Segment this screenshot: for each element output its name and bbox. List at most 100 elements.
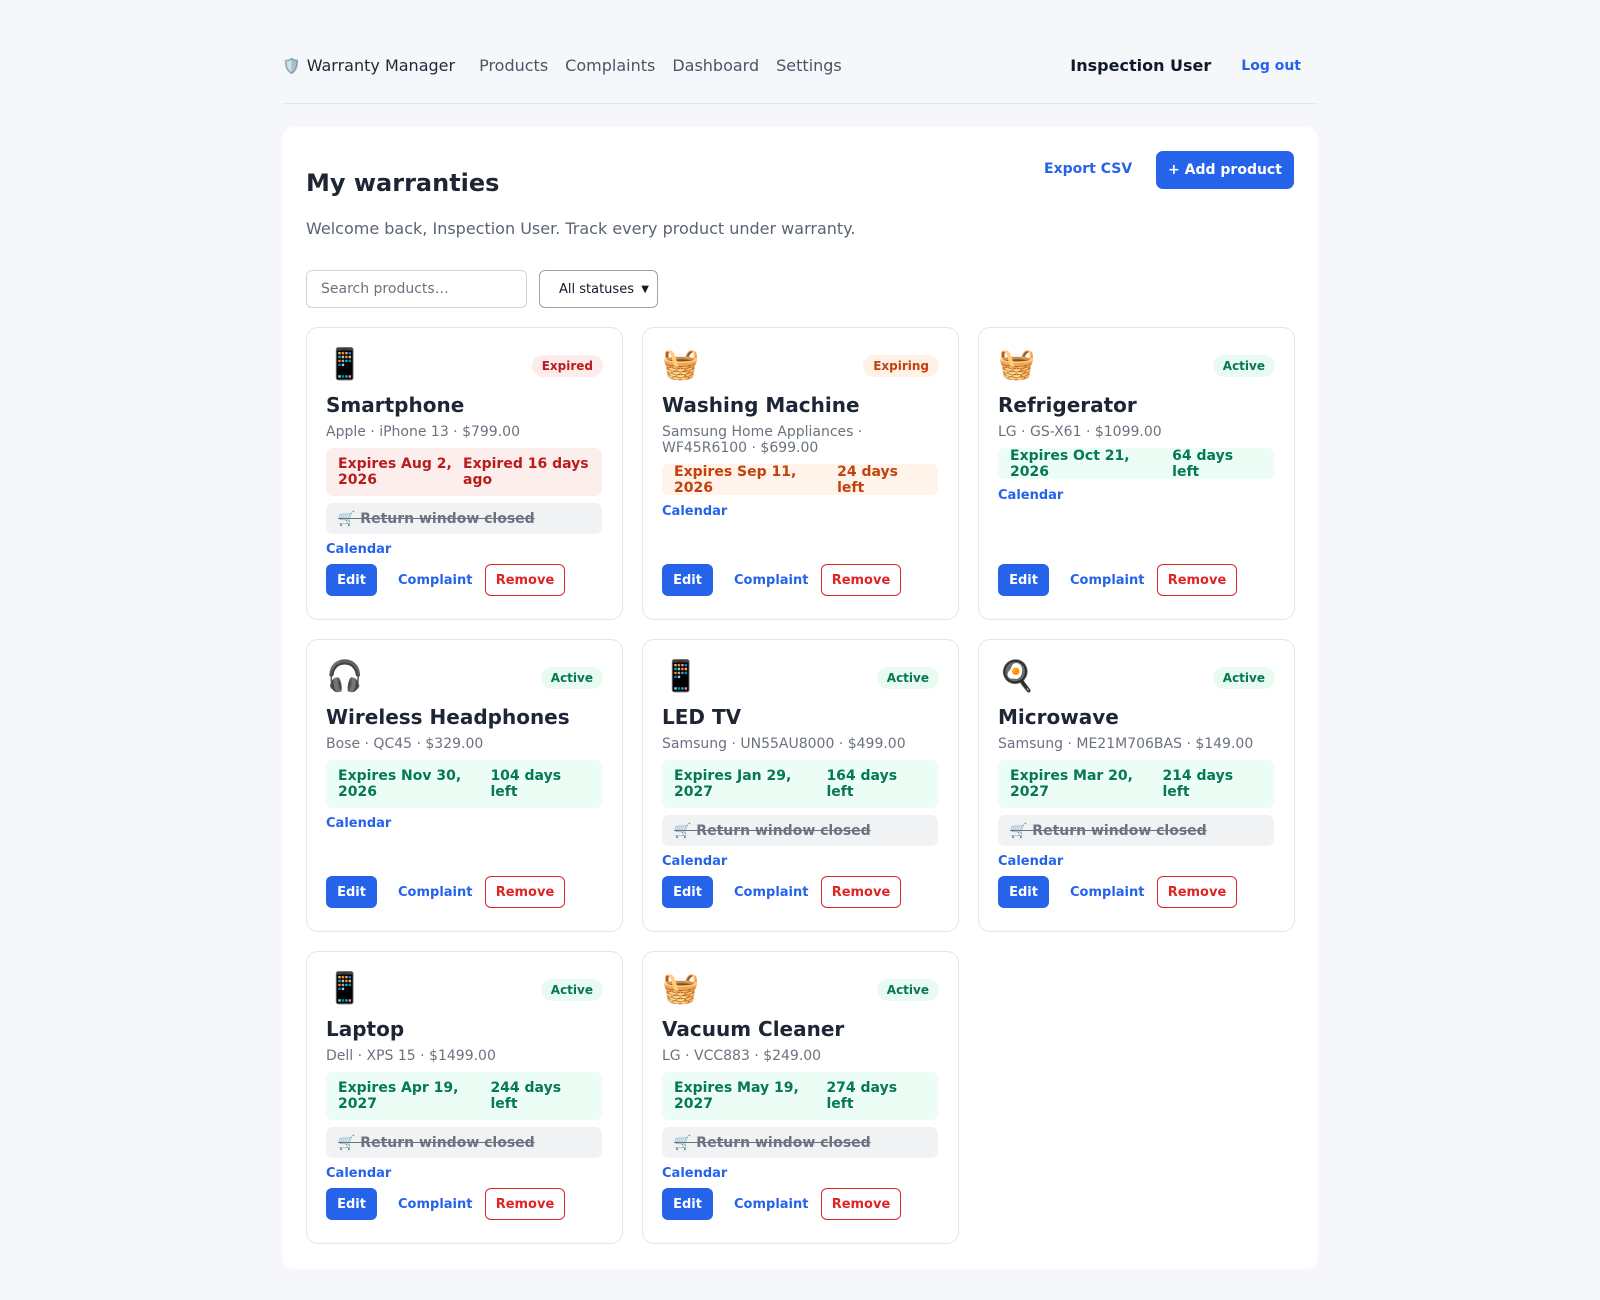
product-meta: Apple · iPhone 13 · $799.00 — [326, 424, 520, 440]
complaint-button[interactable]: Complaint — [1070, 573, 1144, 588]
product-card: 🎧 Active Wireless Headphones Bose · QC45… — [306, 639, 623, 932]
expiry-box: Expires Mar 20, 2027 214 days left — [998, 760, 1274, 808]
remove-button[interactable]: Remove — [821, 876, 901, 908]
product-card: 🧺 Active Vacuum Cleaner LG · VCC883 · $2… — [642, 951, 959, 1244]
edit-button[interactable]: Edit — [998, 876, 1049, 908]
remove-button[interactable]: Remove — [1157, 876, 1237, 908]
product-name: Microwave — [998, 705, 1119, 729]
product-card: 🧺 Expiring Washing Machine Samsung Home … — [642, 327, 959, 620]
brand[interactable]: 🛡️ Warranty Manager — [282, 56, 455, 75]
product-name: Laptop — [326, 1017, 405, 1041]
top-navigation: 🛡️ Warranty Manager Products Complaints … — [282, 44, 1318, 104]
product-meta: Dell · XPS 15 · $1499.00 — [326, 1048, 496, 1064]
complaint-button[interactable]: Complaint — [734, 885, 808, 900]
status-badge: Active — [876, 979, 939, 1001]
expiry-box: Expires Oct 21, 2026 64 days left — [998, 448, 1274, 480]
card-actions: Edit Complaint Remove — [998, 876, 1237, 908]
status-badge: Active — [1212, 667, 1275, 689]
status-badge: Expiring — [863, 355, 939, 377]
expiry-date: Expires Apr 19, 2027 — [338, 1080, 459, 1112]
product-name: Vacuum Cleaner — [662, 1017, 845, 1041]
complaint-button[interactable]: Complaint — [734, 1197, 808, 1212]
main-panel: My warranties Welcome back, Inspection U… — [282, 127, 1318, 1269]
days-remaining: 104 days left — [490, 768, 562, 800]
card-actions: Edit Complaint Remove — [662, 1188, 901, 1220]
product-meta: Samsung Home Appliances · WF45R6100 · $6… — [662, 424, 863, 456]
expiry-date: Expires Aug 2, 2026 — [338, 456, 452, 488]
export-csv-button[interactable]: Export CSV — [1044, 161, 1132, 177]
expiry-box: Expires Jan 29, 2027 164 days left — [662, 760, 938, 808]
remove-button[interactable]: Remove — [485, 564, 565, 596]
remove-button[interactable]: Remove — [821, 564, 901, 596]
remove-button[interactable]: Remove — [485, 1188, 565, 1220]
calendar-link[interactable]: Calendar — [326, 1166, 391, 1181]
calendar-link[interactable]: Calendar — [998, 488, 1063, 503]
user-name: Inspection User — [1070, 56, 1212, 75]
phone-icon: 📱 — [662, 659, 700, 694]
status-badge: Active — [1212, 355, 1275, 377]
edit-button[interactable]: Edit — [662, 876, 713, 908]
edit-button[interactable]: Edit — [998, 564, 1049, 596]
page-title: My warranties — [306, 169, 500, 197]
complaint-button[interactable]: Complaint — [734, 573, 808, 588]
calendar-link[interactable]: Calendar — [326, 816, 391, 831]
card-actions: Edit Complaint Remove — [662, 564, 901, 596]
days-remaining: 274 days left — [826, 1080, 898, 1112]
product-name: LED TV — [662, 705, 742, 729]
expiry-date: Expires Sep 11, 2026 — [674, 463, 797, 496]
remove-button[interactable]: Remove — [1157, 564, 1237, 596]
calendar-link[interactable]: Calendar — [662, 854, 727, 869]
calendar-link[interactable]: Calendar — [662, 1166, 727, 1181]
card-actions: Edit Complaint Remove — [326, 1188, 565, 1220]
headphones-icon: 🎧 — [326, 659, 364, 694]
complaint-button[interactable]: Complaint — [398, 573, 472, 588]
calendar-link[interactable]: Calendar — [326, 542, 391, 557]
complaint-button[interactable]: Complaint — [398, 885, 472, 900]
return-window-note: 🛒 Return window closed — [326, 1127, 602, 1158]
return-window-note: 🛒 Return window closed — [662, 815, 938, 846]
phone-icon: 📱 — [326, 347, 364, 382]
nav-links: Products Complaints Dashboard Settings — [479, 56, 859, 75]
shield-icon: 🛡️ — [282, 56, 301, 75]
chevron-down-icon: ▼ — [641, 284, 649, 295]
card-actions: Edit Complaint Remove — [998, 564, 1237, 596]
status-filter-select[interactable]: All statuses ▼ — [539, 270, 658, 308]
remove-button[interactable]: Remove — [485, 876, 565, 908]
logout-link[interactable]: Log out — [1241, 58, 1301, 74]
product-card: 📱 Active LED TV Samsung · UN55AU8000 · $… — [642, 639, 959, 932]
product-meta: Bose · QC45 · $329.00 — [326, 736, 484, 752]
product-card: 📱 Expired Smartphone Apple · iPhone 13 ·… — [306, 327, 623, 620]
add-product-button[interactable]: + Add product — [1156, 151, 1294, 189]
nav-link-complaints[interactable]: Complaints — [565, 56, 655, 75]
edit-button[interactable]: Edit — [326, 1188, 377, 1220]
product-name: Wireless Headphones — [326, 705, 570, 729]
user-box: Inspection User Log out — [1070, 56, 1318, 75]
product-card: 🧺 Active Refrigerator LG · GS-X61 · $109… — [978, 327, 1295, 620]
nav-link-dashboard[interactable]: Dashboard — [672, 56, 759, 75]
nav-link-products[interactable]: Products — [479, 56, 548, 75]
card-actions: Edit Complaint Remove — [326, 564, 565, 596]
status-filter-value: All statuses — [559, 281, 634, 297]
expiry-date: Expires Mar 20, 2027 — [1010, 768, 1133, 800]
edit-button[interactable]: Edit — [326, 564, 377, 596]
complaint-button[interactable]: Complaint — [398, 1197, 472, 1212]
days-remaining: Expired 16 days ago — [463, 456, 589, 488]
status-badge: Active — [540, 667, 603, 689]
product-card: 📱 Active Laptop Dell · XPS 15 · $1499.00… — [306, 951, 623, 1244]
expiry-box: Expires Aug 2, 2026 Expired 16 days ago — [326, 448, 602, 496]
product-meta: LG · VCC883 · $249.00 — [662, 1048, 822, 1064]
expiry-date: Expires Nov 30, 2026 — [338, 768, 462, 800]
calendar-link[interactable]: Calendar — [998, 854, 1063, 869]
nav-link-settings[interactable]: Settings — [776, 56, 842, 75]
product-meta: LG · GS-X61 · $1099.00 — [998, 424, 1162, 440]
status-badge: Active — [540, 979, 603, 1001]
product-name: Refrigerator — [998, 393, 1137, 417]
search-input[interactable] — [306, 270, 527, 308]
remove-button[interactable]: Remove — [821, 1188, 901, 1220]
edit-button[interactable]: Edit — [326, 876, 377, 908]
edit-button[interactable]: Edit — [662, 564, 713, 596]
calendar-link[interactable]: Calendar — [662, 504, 727, 519]
days-remaining: 214 days left — [1162, 768, 1234, 800]
complaint-button[interactable]: Complaint — [1070, 885, 1144, 900]
edit-button[interactable]: Edit — [662, 1188, 713, 1220]
